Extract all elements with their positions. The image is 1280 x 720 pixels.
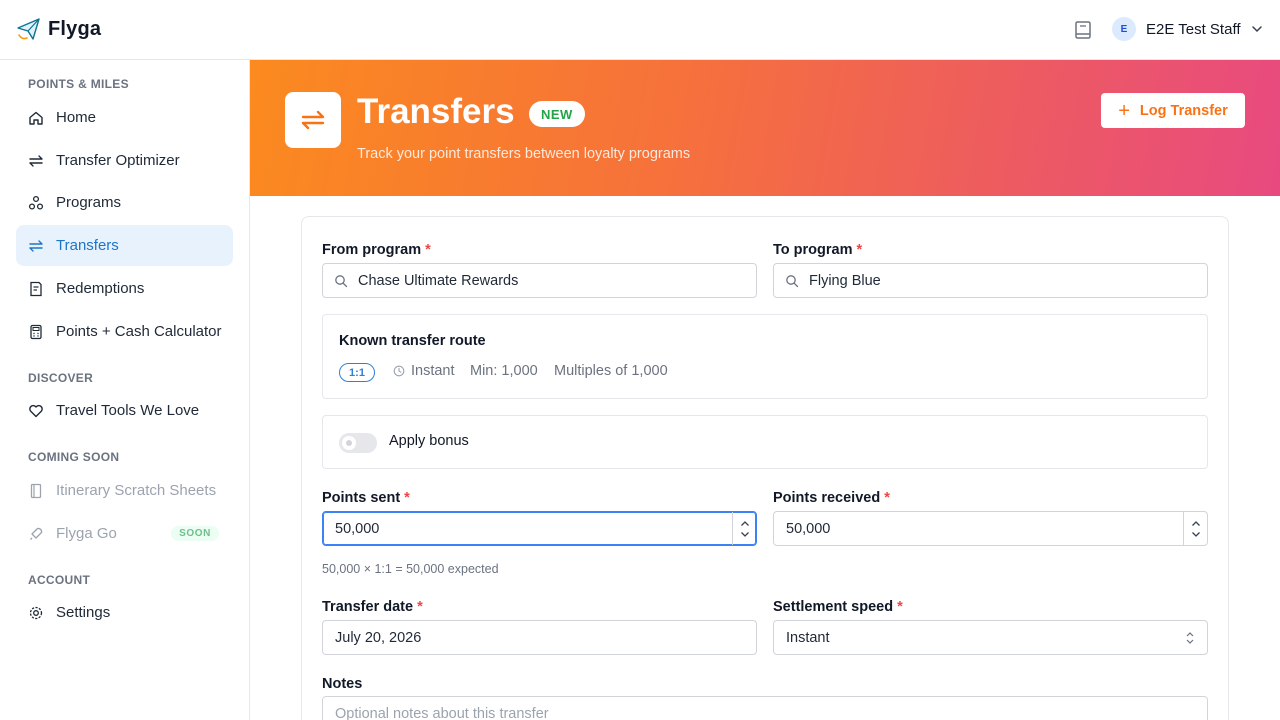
sidebar: POINTS & MILES Home Transfer Optimizer P…: [0, 60, 250, 720]
section-points-miles: POINTS & MILES: [28, 77, 129, 91]
sidebar-item-transfers[interactable]: Transfers: [16, 225, 233, 266]
transfer-date-label: Transfer date *: [322, 599, 423, 615]
sidebar-item-label: Transfers: [56, 237, 119, 254]
sidebar-item-label: Transfer Optimizer: [56, 152, 180, 169]
route-title: Known transfer route: [339, 333, 486, 349]
settlement-speed-value: Instant: [786, 629, 830, 646]
section-coming-soon: COMING SOON: [28, 450, 120, 464]
sidebar-item-home[interactable]: Home: [16, 97, 233, 138]
home-icon: [28, 110, 44, 126]
search-icon: [786, 274, 799, 287]
sidebar-item-label: Home: [56, 109, 97, 126]
plus-icon: +: [1118, 99, 1130, 122]
select-arrows-icon: [1186, 632, 1194, 644]
top-bar: Flyga E E2E Test Staff: [0, 0, 1280, 60]
page-title: Transfers: [357, 92, 515, 131]
from-program-value: Chase Ultimate Rewards: [358, 272, 519, 289]
sidebar-item-flyga-go: Flyga Go SOON: [16, 513, 233, 554]
sidebar-item-travel-tools[interactable]: Travel Tools We Love: [16, 390, 233, 431]
heart-icon: [28, 403, 44, 419]
apply-bonus-label: Apply bonus: [389, 433, 469, 449]
sidebar-item-label: Travel Tools We Love: [56, 402, 200, 419]
sidebar-item-points-cash-calculator[interactable]: Points + Cash Calculator: [16, 311, 233, 352]
sidebar-item-redemptions[interactable]: Redemptions: [16, 268, 233, 309]
apply-bonus-toggle[interactable]: [339, 433, 377, 453]
settlement-speed-label: Settlement speed *: [773, 599, 903, 615]
sidebar-item-programs[interactable]: Programs: [16, 182, 233, 223]
log-transfer-button[interactable]: + Log Transfer: [1101, 93, 1245, 128]
sidebar-item-settings[interactable]: Settings: [16, 592, 233, 633]
points-received-label: Points received *: [773, 490, 890, 506]
receipt-icon: [28, 281, 44, 297]
settlement-speed-select[interactable]: Instant: [773, 620, 1208, 655]
arrows-exchange-icon: [285, 92, 341, 148]
chevron-up-icon[interactable]: [1191, 520, 1201, 527]
route-multiples: Multiples of 1,000: [554, 363, 668, 379]
clock-icon: [393, 365, 405, 377]
chevron-down-icon[interactable]: [1191, 531, 1201, 538]
toggle-knob: [342, 436, 356, 450]
notebook-icon: [28, 483, 44, 499]
ratio-badge: 1:1: [339, 363, 375, 382]
search-icon: [335, 274, 348, 287]
notes-textarea[interactable]: Optional notes about this transfer: [322, 696, 1208, 720]
points-sent-value: 50,000: [335, 520, 380, 537]
to-program-label: To program *: [773, 242, 863, 258]
to-program-value: Flying Blue: [809, 272, 881, 289]
book-icon[interactable]: [1074, 20, 1092, 40]
transfer-date-input[interactable]: July 20, 2026: [322, 620, 757, 655]
points-sent-stepper[interactable]: [732, 512, 756, 545]
avatar: E: [1112, 17, 1136, 41]
soon-badge: SOON: [171, 526, 219, 541]
points-received-value: 50,000: [786, 520, 831, 537]
rocket-icon: [28, 526, 44, 542]
sidebar-item-label: Points + Cash Calculator: [56, 323, 222, 340]
known-transfer-route: Known transfer route 1:1 Instant Min: 1,…: [322, 314, 1208, 399]
sidebar-item-label: Programs: [56, 194, 122, 211]
points-received-stepper[interactable]: [1183, 512, 1207, 545]
programs-icon: [28, 195, 44, 211]
page-subtitle: Track your point transfers between loyal…: [357, 146, 691, 162]
section-account: ACCOUNT: [28, 573, 91, 587]
points-sent-input[interactable]: 50,000: [322, 511, 757, 546]
page-header: Transfers NEW Track your point transfers…: [250, 60, 1280, 196]
notes-placeholder: Optional notes about this transfer: [335, 706, 549, 720]
sidebar-item-label: Itinerary Scratch Sheets: [56, 482, 217, 499]
sidebar-item-label: Flyga Go: [56, 525, 117, 542]
route-min: Min: 1,000: [470, 363, 538, 379]
arrows-exchange-icon: [28, 238, 44, 254]
transfer-form: From program * Chase Ultimate Rewards To …: [301, 216, 1229, 720]
notes-label: Notes: [322, 676, 363, 692]
section-discover: DISCOVER: [28, 371, 94, 385]
points-sent-label: Points sent *: [322, 490, 410, 506]
sidebar-item-itinerary-scratch-sheets: Itinerary Scratch Sheets: [16, 470, 233, 511]
log-transfer-label: Log Transfer: [1139, 102, 1228, 119]
gear-icon: [28, 605, 44, 621]
sidebar-item-transfer-optimizer[interactable]: Transfer Optimizer: [16, 140, 233, 181]
brand[interactable]: Flyga: [16, 16, 101, 42]
points-received-input[interactable]: 50,000: [773, 511, 1208, 546]
sidebar-item-label: Redemptions: [56, 280, 145, 297]
chevron-down-icon: [1251, 26, 1262, 33]
to-program-input[interactable]: Flying Blue: [773, 263, 1208, 298]
user-name: E2E Test Staff: [1146, 20, 1241, 38]
new-badge: NEW: [529, 101, 585, 127]
paper-plane-logo-icon: [17, 18, 40, 40]
transfer-date-value: July 20, 2026: [335, 629, 422, 646]
apply-bonus-panel: Apply bonus: [322, 415, 1208, 469]
from-program-input[interactable]: Chase Ultimate Rewards: [322, 263, 757, 298]
chevron-down-icon[interactable]: [740, 531, 750, 538]
arrows-exchange-icon: [28, 153, 44, 169]
route-speed: Instant: [393, 363, 455, 379]
from-program-label: From program *: [322, 242, 431, 258]
calculator-icon: [28, 324, 44, 340]
app-name: Flyga: [48, 17, 102, 40]
chevron-up-icon[interactable]: [740, 520, 750, 527]
user-menu[interactable]: E E2E Test Staff: [1112, 17, 1263, 41]
sidebar-item-label: Settings: [56, 604, 111, 621]
points-calc-hint: 50,000 × 1:1 = 50,000 expected: [322, 562, 499, 576]
